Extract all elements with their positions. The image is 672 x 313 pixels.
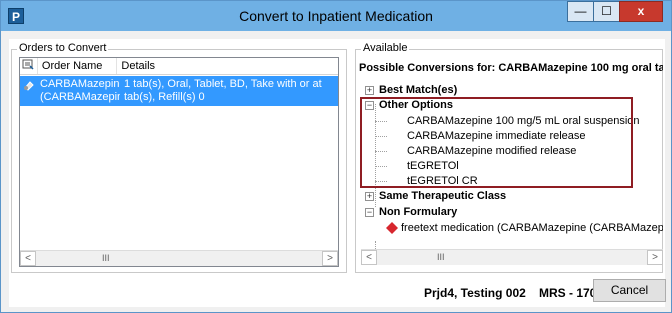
close-button[interactable]: x: [619, 1, 663, 22]
scroll-left-button[interactable]: <: [361, 250, 377, 265]
scroll-thumb-grip[interactable]: III: [437, 252, 445, 262]
collapse-non-formulary-icon[interactable]: −: [365, 208, 374, 217]
tree-non-formulary[interactable]: Non Formulary: [379, 206, 457, 219]
orders-list-header: Order Name Details: [20, 58, 338, 75]
orders-list[interactable]: Order Name Details CARBAMazepine (CARBAM…: [19, 57, 339, 267]
scroll-right-button[interactable]: >: [322, 251, 338, 266]
expand-same-class-icon[interactable]: +: [365, 192, 374, 201]
orders-hscrollbar[interactable]: < III >: [20, 250, 338, 266]
conversion-heading: Possible Conversions for: CARBAMazepine …: [359, 62, 663, 74]
available-group-label: Available: [361, 42, 410, 54]
other-options-highlight: [360, 97, 633, 188]
order-details-line1: 1 tab(s), Oral, Tablet, BD, Take with or…: [124, 78, 322, 90]
scroll-left-button[interactable]: <: [20, 251, 36, 266]
patient-name: Prjd4, Testing 002: [424, 286, 526, 300]
order-name-line1: CARBAMazepine: [40, 78, 120, 90]
cancel-button[interactable]: Cancel: [593, 279, 666, 302]
order-type-icon: [20, 58, 38, 74]
order-row[interactable]: CARBAMazepine (CARBAMazepine 10... 1 tab…: [20, 76, 338, 106]
maximize-button[interactable]: ☐: [593, 1, 620, 22]
column-details[interactable]: Details: [117, 58, 338, 74]
title-bar[interactable]: P Convert to Inpatient Medication — ☐ x: [1, 1, 671, 31]
scroll-thumb-grip[interactable]: III: [102, 253, 110, 263]
scroll-right-button[interactable]: >: [647, 250, 663, 265]
orders-group-label: Orders to Convert: [17, 42, 109, 54]
tree-same-class[interactable]: Same Therapeutic Class: [379, 190, 506, 203]
minimize-button[interactable]: —: [567, 1, 594, 22]
available-hscrollbar[interactable]: < III >: [361, 249, 663, 265]
order-details-line2: tab(s), Refill(s) 0: [124, 91, 205, 103]
dialog-body: Orders to Convert Order Name Details CAR…: [9, 39, 666, 307]
tree-nonformulary-item[interactable]: freetext medication (CARBAMazepine (CARB…: [401, 222, 663, 235]
order-row-icon: [23, 79, 35, 95]
expand-best-match-icon[interactable]: +: [365, 86, 374, 95]
order-name-line2: (CARBAMazepine 10...: [40, 91, 120, 103]
column-order-name[interactable]: Order Name: [38, 58, 118, 74]
tree-best-match[interactable]: Best Match(es): [379, 84, 457, 97]
dialog-window: P Convert to Inpatient Medication — ☐ x …: [0, 0, 672, 313]
nonformulary-diamond-icon: [386, 222, 398, 238]
